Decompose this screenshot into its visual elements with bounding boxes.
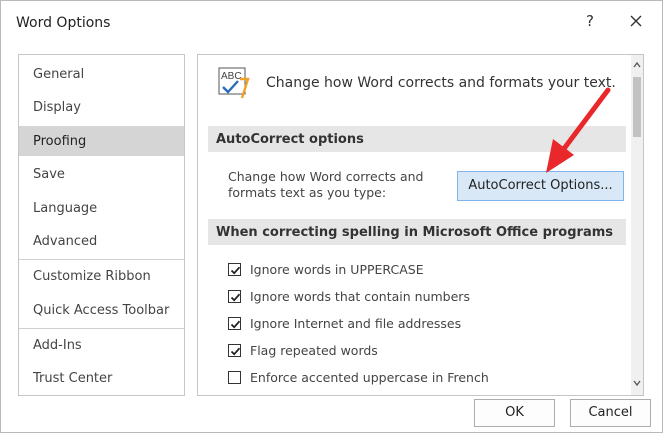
description-line: formats text as you type: (228, 185, 387, 200)
option-label: Ignore words in UPPERCASE (250, 262, 424, 277)
sidebar-item-label: Save (33, 167, 65, 182)
sidebar-item-label: Advanced (33, 234, 98, 249)
options-sidebar: General Display Proofing Save Language A… (18, 54, 185, 396)
sidebar-item-general[interactable]: General (19, 59, 184, 89)
dialog-title: Word Options (16, 15, 111, 31)
ok-button[interactable]: OK (474, 399, 555, 427)
word-options-dialog: Word Options ? General Display Proofing … (0, 0, 663, 433)
section-title: AutoCorrect options (216, 132, 364, 147)
chevron-down-icon[interactable] (631, 377, 643, 389)
svg-text:ABC: ABC (221, 71, 242, 82)
check-icon (230, 293, 241, 302)
spelling-section-header: When correcting spelling in Microsoft Of… (208, 219, 626, 245)
sidebar-item-label: Proofing (33, 134, 87, 149)
option-label: Flag repeated words (250, 343, 378, 358)
section-title: When correcting spelling in Microsoft Of… (216, 225, 614, 240)
checkbox[interactable] (228, 263, 241, 276)
sidebar-item-advanced[interactable]: Advanced (19, 226, 184, 256)
scrollbar-thumb[interactable] (633, 77, 641, 137)
sidebar-item-label: Trust Center (33, 371, 113, 386)
sidebar-item-add-ins[interactable]: Add-Ins (19, 330, 184, 360)
sidebar-item-label: Display (33, 100, 81, 115)
option-label: Enforce accented uppercase in French (250, 370, 489, 385)
sidebar-item-label: Customize Ribbon (33, 269, 151, 284)
checkbox[interactable] (228, 290, 241, 303)
cancel-button[interactable]: Cancel (570, 399, 651, 427)
sidebar-item-quick-access-toolbar[interactable]: Quick Access Toolbar (19, 295, 184, 325)
sidebar-item-trust-center[interactable]: Trust Center (19, 363, 184, 393)
autocorrect-options-button[interactable]: AutoCorrect Options... (457, 171, 624, 201)
check-icon (230, 320, 241, 329)
panel-header-text: Change how Word corrects and formats you… (266, 75, 616, 91)
option-label: Ignore Internet and file addresses (250, 316, 462, 331)
option-label: Ignore words that contain numbers (250, 289, 470, 304)
sidebar-item-label: General (33, 67, 85, 82)
help-button[interactable]: ? (579, 9, 601, 33)
close-button[interactable] (623, 9, 649, 33)
sidebar-divider (19, 328, 184, 329)
sidebar-item-proofing[interactable]: Proofing (19, 126, 184, 156)
proofing-panel: ABC Change how Word corrects and formats… (197, 54, 644, 396)
autocorrect-section-header: AutoCorrect options (208, 126, 626, 152)
sidebar-item-label: Language (33, 201, 98, 216)
sidebar-item-display[interactable]: Display (19, 92, 184, 122)
sidebar-item-customize-ribbon[interactable]: Customize Ribbon (19, 261, 184, 291)
chevron-up-icon[interactable] (631, 59, 643, 71)
sidebar-item-label: Quick Access Toolbar (33, 303, 170, 318)
check-icon (230, 266, 241, 275)
description-line: Change how Word corrects and (228, 169, 424, 184)
checkbox[interactable] (228, 344, 241, 357)
sidebar-item-save[interactable]: Save (19, 159, 184, 189)
check-icon (230, 347, 241, 356)
autocorrect-description: Change how Word corrects and formats tex… (228, 169, 423, 201)
sidebar-item-label: Add-Ins (33, 338, 82, 353)
panel-scrollbar[interactable] (631, 55, 643, 395)
abc-spellcheck-icon: ABC (218, 67, 250, 99)
checkbox[interactable] (228, 317, 241, 330)
checkbox[interactable] (228, 371, 241, 384)
sidebar-item-language[interactable]: Language (19, 193, 184, 223)
title-bar: Word Options ? (1, 1, 662, 41)
close-icon (630, 15, 642, 27)
sidebar-divider (19, 259, 184, 260)
